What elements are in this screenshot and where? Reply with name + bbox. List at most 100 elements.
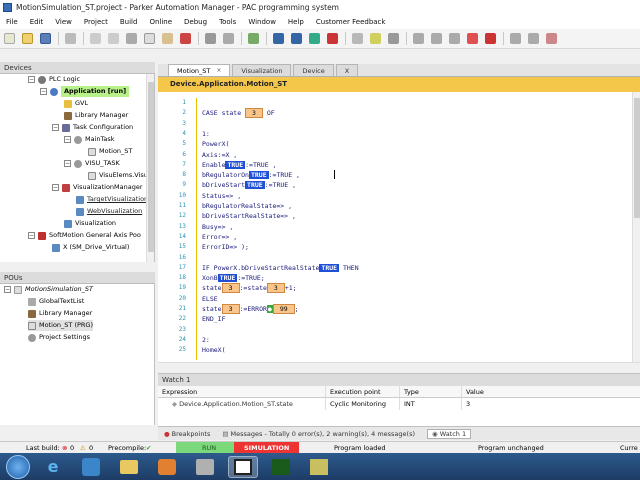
tree-node-motion-st[interactable]: Motion_ST <box>88 146 132 157</box>
tree-node-library-manager[interactable]: Library Manager <box>64 110 128 121</box>
code-line[interactable]: 5 PowerX( <box>158 139 628 149</box>
paste-icon[interactable] <box>162 33 173 44</box>
menu-view[interactable]: View <box>55 18 72 26</box>
bool-monitor-value[interactable]: TRUE <box>245 181 265 190</box>
tab-motion-st[interactable]: Motion_ST × <box>168 64 231 76</box>
tree-node-globaltextlist[interactable]: GlobalTextList <box>28 296 84 307</box>
step-out-icon[interactable] <box>449 33 460 44</box>
code-line[interactable]: 21 state 3:=ERROR● 99; <box>158 304 628 314</box>
bool-monitor-value[interactable]: TRUE <box>248 171 269 180</box>
menu-debug[interactable]: Debug <box>184 18 207 26</box>
code-line[interactable]: 2 CASE state 3 OF <box>158 108 628 119</box>
code-line[interactable]: 11 bRegulatorRealState=> , <box>158 201 628 211</box>
redo-icon[interactable] <box>108 33 119 44</box>
run-to-cursor-icon[interactable] <box>467 33 478 44</box>
collapse-icon[interactable]: − <box>52 184 59 191</box>
stop-icon[interactable] <box>327 33 338 44</box>
cut-icon[interactable] <box>126 33 137 44</box>
tab-x[interactable]: X <box>335 64 359 76</box>
code-line[interactable]: 18 XonB TRUE:=TRUE; <box>158 273 628 283</box>
copy-icon[interactable] <box>144 33 155 44</box>
toggle-icon[interactable] <box>546 33 557 44</box>
code-line[interactable]: 1 <box>158 98 628 108</box>
menu-file[interactable]: File <box>6 18 18 26</box>
login-icon[interactable] <box>273 33 284 44</box>
tree-node-axis-x[interactable]: X (SM_Drive_Virtual) <box>52 242 129 253</box>
menu-online[interactable]: Online <box>149 18 172 26</box>
print-icon[interactable] <box>65 33 76 44</box>
editor-hscrollbar[interactable] <box>158 362 640 371</box>
int-monitor-value[interactable]: 3 <box>245 108 263 119</box>
logout-icon[interactable] <box>291 33 302 44</box>
code-line[interactable]: 8 bRegulatorOn TRUE:=TRUE , <box>158 170 628 180</box>
messages-tab[interactable]: ▤ Messages - Totally 0 error(s), 2 warnin… <box>222 430 415 438</box>
undo-icon[interactable] <box>90 33 101 44</box>
col-type[interactable]: Type <box>400 386 462 397</box>
tree-node-task-configuration[interactable]: − Task Configuration <box>52 122 133 133</box>
code-line[interactable]: 22 END_IF <box>158 314 628 324</box>
code-line[interactable]: 23 <box>158 325 628 335</box>
code-line[interactable]: 20 ELSE <box>158 294 628 304</box>
tree-node-maintask[interactable]: − MainTask <box>64 134 115 145</box>
reset-icon[interactable] <box>352 33 363 44</box>
constant-monitor-icon[interactable]: ● <box>266 305 273 313</box>
start-button[interactable] <box>6 454 30 479</box>
menu-tools[interactable]: Tools <box>219 18 236 26</box>
tree-node-pou-motion-st[interactable]: Motion_ST (PRG) <box>28 320 93 331</box>
watch-tab[interactable]: ◉ Watch 1 <box>427 428 472 439</box>
watch-value[interactable]: 3 <box>462 398 640 410</box>
code-line[interactable]: 15 ErrorID=> ); <box>158 242 628 252</box>
breakpoint-icon[interactable] <box>370 33 381 44</box>
code-line[interactable]: 24 2: <box>158 335 628 345</box>
collapse-icon[interactable]: − <box>4 286 11 293</box>
tree-node-visualization[interactable]: Visualization <box>64 218 116 229</box>
code-line[interactable]: 12 bDriveStartRealState=> , <box>158 211 628 221</box>
col-value[interactable]: Value <box>462 386 640 397</box>
tree-node-plc-logic[interactable]: − PLC Logic <box>28 74 80 85</box>
tree-node-visualization-manager[interactable]: − VisualizationManager <box>52 182 143 193</box>
ie-taskbar-button[interactable]: e <box>38 456 68 478</box>
tree-node-web-visualization[interactable]: WebVisualization <box>76 206 142 217</box>
menu-project[interactable]: Project <box>84 18 108 26</box>
watch-row[interactable]: ◆ Device.Application.Motion_ST.state Cyc… <box>158 398 640 410</box>
menu-edit[interactable]: Edit <box>30 18 44 26</box>
step-into-icon[interactable] <box>431 33 442 44</box>
code-line[interactable]: 19 state 3:=state 3 +1; <box>158 283 628 294</box>
tree-node-gvl[interactable]: GVL <box>64 98 88 109</box>
tree-node-target-visualization[interactable]: TargetVisualization <box>76 194 148 205</box>
open-icon[interactable] <box>22 33 33 44</box>
codesys-taskbar-button[interactable] <box>228 455 258 478</box>
build-icon[interactable] <box>248 33 259 44</box>
menu-build[interactable]: Build <box>120 18 138 26</box>
collapse-icon[interactable]: − <box>64 136 71 143</box>
code-line[interactable]: 7 Enable TRUE:=TRUE , <box>158 160 628 170</box>
step-over-icon[interactable] <box>413 33 424 44</box>
collapse-icon[interactable]: − <box>52 124 59 131</box>
code-line[interactable]: 9 bDriveStart TRUE:=TRUE , <box>158 180 628 190</box>
bool-monitor-value[interactable]: TRUE <box>319 263 340 272</box>
code-line[interactable]: 6 Axis:=X , <box>158 150 628 160</box>
menu-window[interactable]: Window <box>248 18 276 26</box>
gateway-taskbar-button[interactable] <box>266 456 296 478</box>
delete-icon[interactable] <box>180 33 191 44</box>
dropdown-icon[interactable] <box>388 33 399 44</box>
tab-device[interactable]: Device <box>293 64 334 76</box>
tree-node-softmotion-pool[interactable]: − SoftMotion General Axis Poo <box>28 230 141 241</box>
plc-taskbar-button[interactable] <box>304 456 334 478</box>
tree-node-visuelems[interactable]: VisuElems.Visu <box>88 170 148 181</box>
save-icon[interactable] <box>40 33 51 44</box>
tree-node-project[interactable]: − MotionSimulation_ST <box>4 284 93 295</box>
code-line[interactable]: 14 Error=> , <box>158 232 628 242</box>
devices-scrollbar[interactable] <box>146 74 154 262</box>
tree-node-pou-library-manager[interactable]: Library Manager <box>28 308 92 319</box>
collapse-icon[interactable]: − <box>28 76 35 83</box>
scrollbar-thumb[interactable] <box>148 82 154 252</box>
code-line[interactable]: 10 Status=> , <box>158 191 628 201</box>
tree-node-visu-task[interactable]: − VISU_TASK <box>64 158 120 169</box>
code-line[interactable]: 4 1: <box>158 129 628 139</box>
menu-help[interactable]: Help <box>288 18 304 26</box>
new-icon[interactable] <box>4 33 15 44</box>
code-editor[interactable]: 1 2 CASE state 3 OF 3 4 1: 5 PowerX(6 Axis:=X ,… <box>158 92 640 362</box>
media-taskbar-button[interactable] <box>152 456 182 478</box>
int-monitor-value[interactable]: 3 <box>221 304 240 314</box>
